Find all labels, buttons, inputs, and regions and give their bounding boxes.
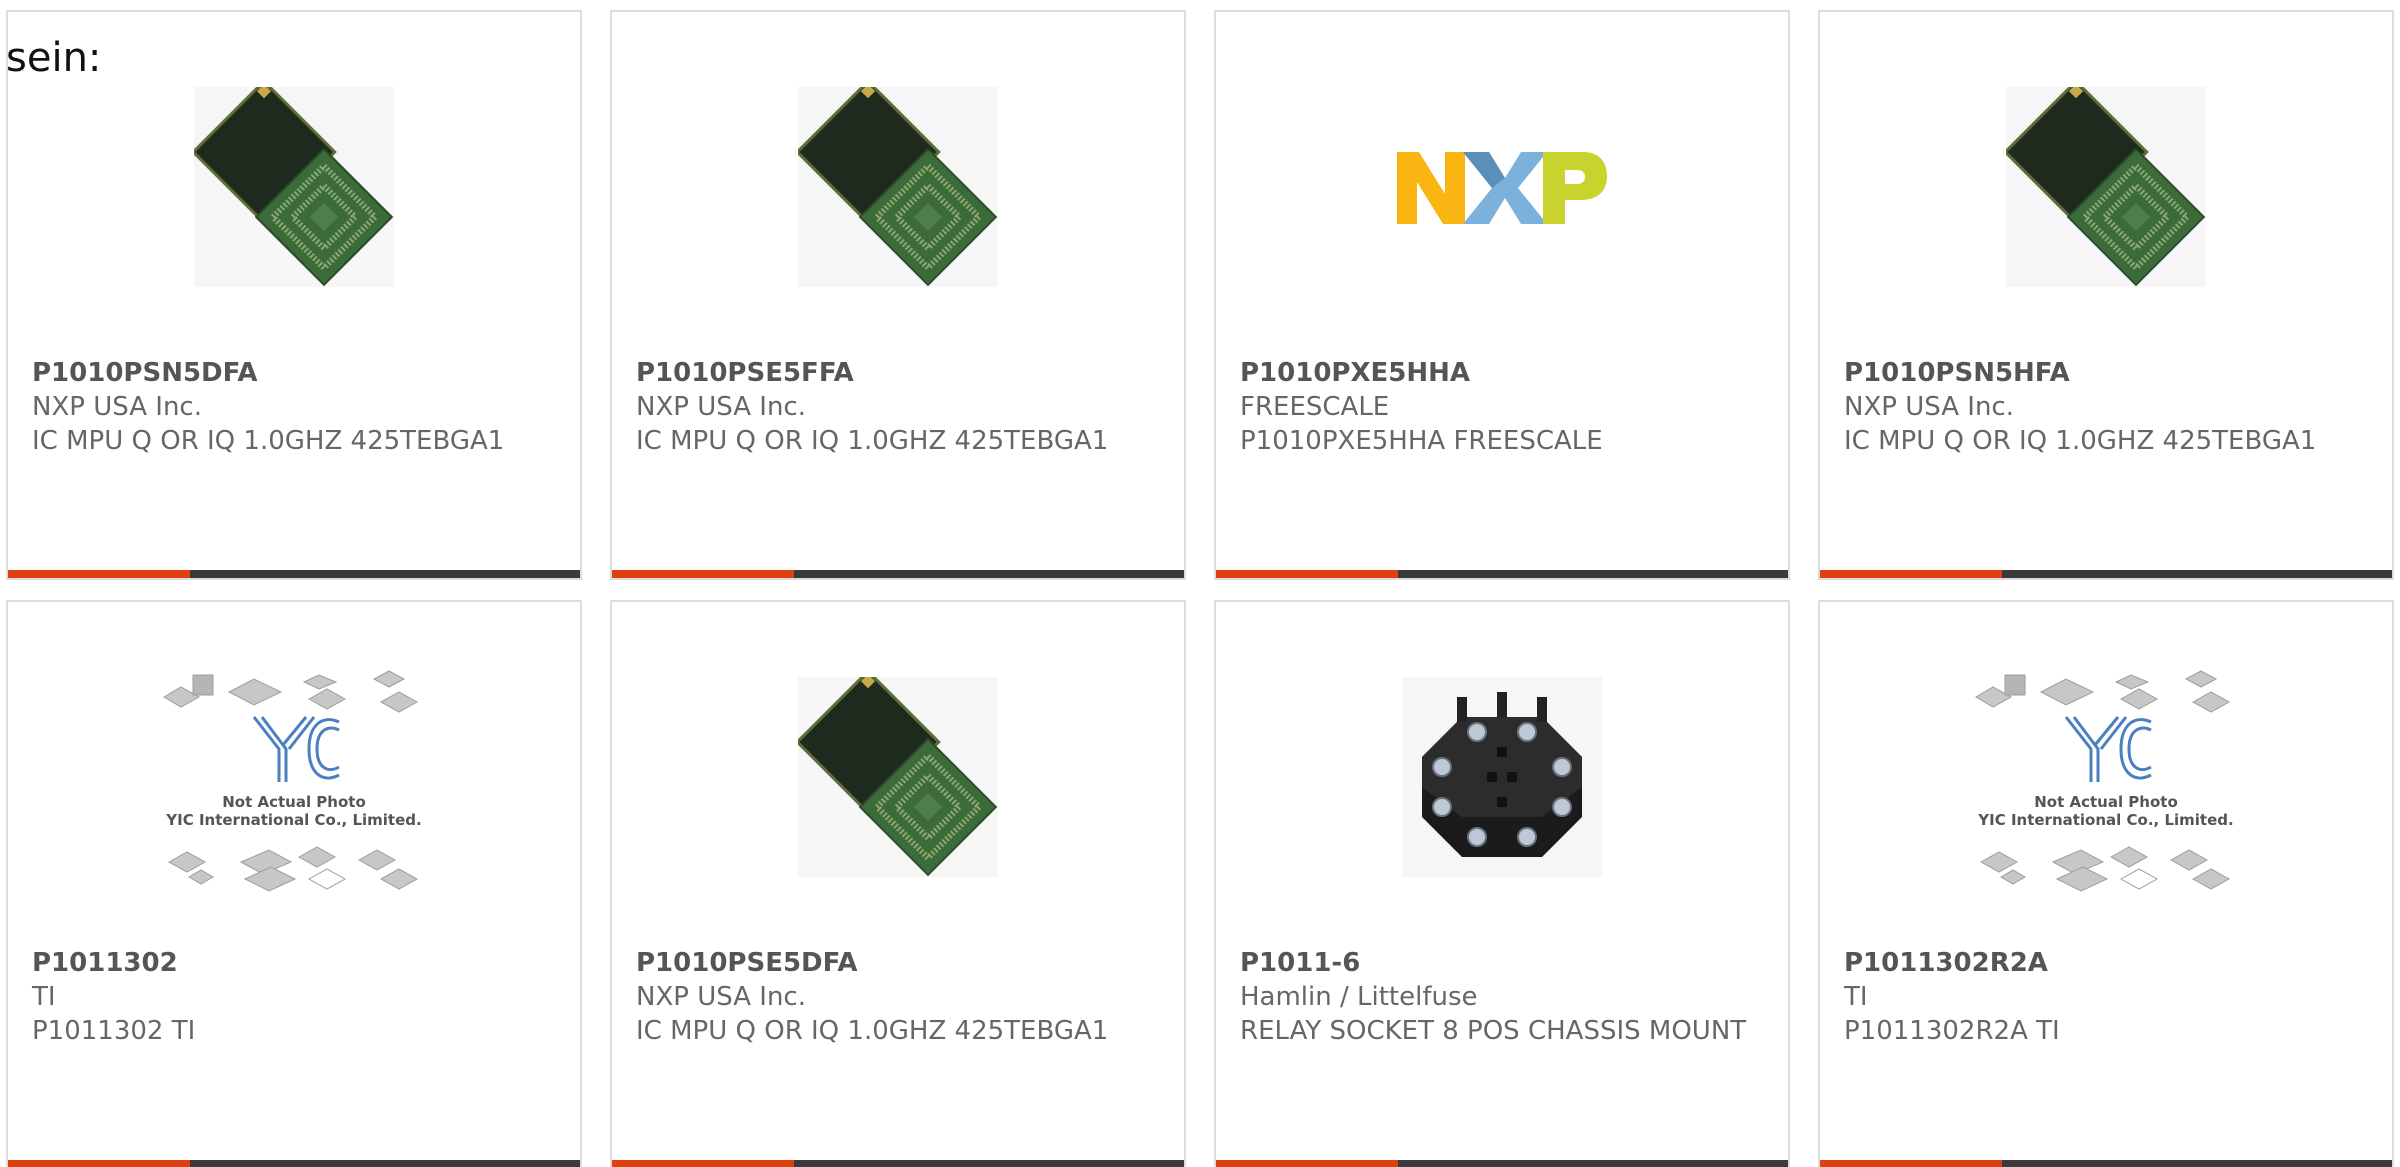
- card-accent-bar: [1216, 570, 1398, 578]
- product-card[interactable]: P1010PXE5HHA FREESCALE P1010PXE5HHA FREE…: [1214, 10, 1790, 580]
- manufacturer: NXP USA Inc.: [32, 392, 202, 422]
- part-number[interactable]: P1011302R2A: [1844, 946, 2372, 980]
- card-bottom-bar: [612, 1160, 1184, 1167]
- product-info: P1010PSN5DFA NXP USA Inc. IC MPU Q OR IQ…: [32, 356, 560, 458]
- manufacturer: FREESCALE: [1240, 392, 1390, 422]
- description: P1011302R2A TI: [1844, 1016, 2060, 1046]
- product-info: P1011302R2A TI P1011302R2A TI: [1844, 946, 2372, 1048]
- card-accent-bar: [1820, 1160, 2002, 1167]
- product-card[interactable]: P1010PSE5DFA NXP USA Inc. IC MPU Q OR IQ…: [610, 600, 1186, 1167]
- relay-socket-image: [1402, 677, 1602, 877]
- product-image[interactable]: [1820, 82, 2392, 292]
- description: RELAY SOCKET 8 POS CHASSIS MOUNT: [1240, 1016, 1747, 1046]
- product-info: P1011-6 Hamlin / Littelfuse RELAY SOCKET…: [1240, 946, 1768, 1048]
- description: IC MPU Q OR IQ 1.0GHZ 425TEBGA1: [32, 426, 505, 456]
- product-info: P1011302 TI P1011302 TI: [32, 946, 560, 1048]
- product-info: P1010PSN5HFA NXP USA Inc. IC MPU Q OR IQ…: [1844, 356, 2372, 458]
- card-bottom-bar: [1216, 570, 1788, 578]
- bga-chip-image: [194, 87, 394, 287]
- product-image[interactable]: Not Actual Photo YIC International Co., …: [1820, 670, 2392, 892]
- manufacturer: NXP USA Inc.: [636, 982, 806, 1012]
- part-number[interactable]: P1010PSE5FFA: [636, 356, 1164, 390]
- product-image[interactable]: Not Actual Photo YIC International Co., …: [8, 670, 580, 892]
- product-info: P1010PSE5FFA NXP USA Inc. IC MPU Q OR IQ…: [636, 356, 1164, 458]
- description: P1010PXE5HHA FREESCALE: [1240, 426, 1603, 456]
- card-accent-bar: [612, 1160, 794, 1167]
- product-grid-page: sein: P1010PSN5DFA NXP USA Inc. IC MPU Q…: [0, 0, 2400, 1167]
- part-number[interactable]: P1011-6: [1240, 946, 1768, 980]
- description: IC MPU Q OR IQ 1.0GHZ 425TEBGA1: [636, 1016, 1109, 1046]
- part-number[interactable]: P1011302: [32, 946, 560, 980]
- product-card[interactable]: Not Actual Photo YIC International Co., …: [6, 600, 582, 1167]
- product-image[interactable]: [1216, 672, 1788, 882]
- bga-chip-image: [798, 87, 998, 287]
- product-card[interactable]: Not Actual Photo YIC International Co., …: [1818, 600, 2394, 1167]
- card-bottom-bar: [1820, 1160, 2392, 1167]
- placeholder-caption-2: YIC International Co., Limited.: [165, 811, 421, 829]
- product-image[interactable]: [1216, 82, 1788, 292]
- card-bottom-bar: [1820, 570, 2392, 578]
- product-image[interactable]: [612, 672, 1184, 882]
- nxp-logo-icon: [1397, 152, 1607, 224]
- product-info: P1010PSE5DFA NXP USA Inc. IC MPU Q OR IQ…: [636, 946, 1164, 1048]
- product-image[interactable]: [612, 82, 1184, 292]
- product-card[interactable]: P1010PSN5DFA NXP USA Inc. IC MPU Q OR IQ…: [6, 10, 582, 580]
- card-accent-bar: [8, 1160, 190, 1167]
- card-accent-bar: [1820, 570, 2002, 578]
- product-info: P1010PXE5HHA FREESCALE P1010PXE5HHA FREE…: [1240, 356, 1768, 458]
- manufacturer: NXP USA Inc.: [636, 392, 806, 422]
- card-bottom-bar: [8, 570, 580, 578]
- part-number[interactable]: P1010PXE5HHA: [1240, 356, 1768, 390]
- description: IC MPU Q OR IQ 1.0GHZ 425TEBGA1: [1844, 426, 2317, 456]
- product-card[interactable]: P1010PSE5FFA NXP USA Inc. IC MPU Q OR IQ…: [610, 10, 1186, 580]
- leading-text: sein:: [6, 35, 102, 81]
- card-bottom-bar: [612, 570, 1184, 578]
- placeholder-caption-1: Not Actual Photo: [222, 793, 366, 811]
- product-image[interactable]: [8, 82, 580, 292]
- part-number[interactable]: P1010PSN5DFA: [32, 356, 560, 390]
- yic-placeholder-image: Not Actual Photo YIC International Co., …: [1975, 670, 2234, 892]
- manufacturer: TI: [32, 982, 56, 1012]
- yic-placeholder-image: Not Actual Photo YIC International Co., …: [163, 670, 422, 892]
- description: P1011302 TI: [32, 1016, 196, 1046]
- placeholder-caption-1: Not Actual Photo: [2034, 793, 2178, 811]
- card-bottom-bar: [1216, 1160, 1788, 1167]
- manufacturer: Hamlin / Littelfuse: [1240, 982, 1478, 1012]
- part-number[interactable]: P1010PSE5DFA: [636, 946, 1164, 980]
- card-bottom-bar: [8, 1160, 580, 1167]
- product-card[interactable]: P1010PSN5HFA NXP USA Inc. IC MPU Q OR IQ…: [1818, 10, 2394, 580]
- bga-chip-image: [2006, 87, 2206, 287]
- card-accent-bar: [1216, 1160, 1398, 1167]
- description: IC MPU Q OR IQ 1.0GHZ 425TEBGA1: [636, 426, 1109, 456]
- part-number[interactable]: P1010PSN5HFA: [1844, 356, 2372, 390]
- card-accent-bar: [612, 570, 794, 578]
- product-card[interactable]: P1011-6 Hamlin / Littelfuse RELAY SOCKET…: [1214, 600, 1790, 1167]
- placeholder-caption-2: YIC International Co., Limited.: [1977, 811, 2233, 829]
- manufacturer: TI: [1844, 982, 1868, 1012]
- card-accent-bar: [8, 570, 190, 578]
- manufacturer: NXP USA Inc.: [1844, 392, 2014, 422]
- bga-chip-image: [798, 677, 998, 877]
